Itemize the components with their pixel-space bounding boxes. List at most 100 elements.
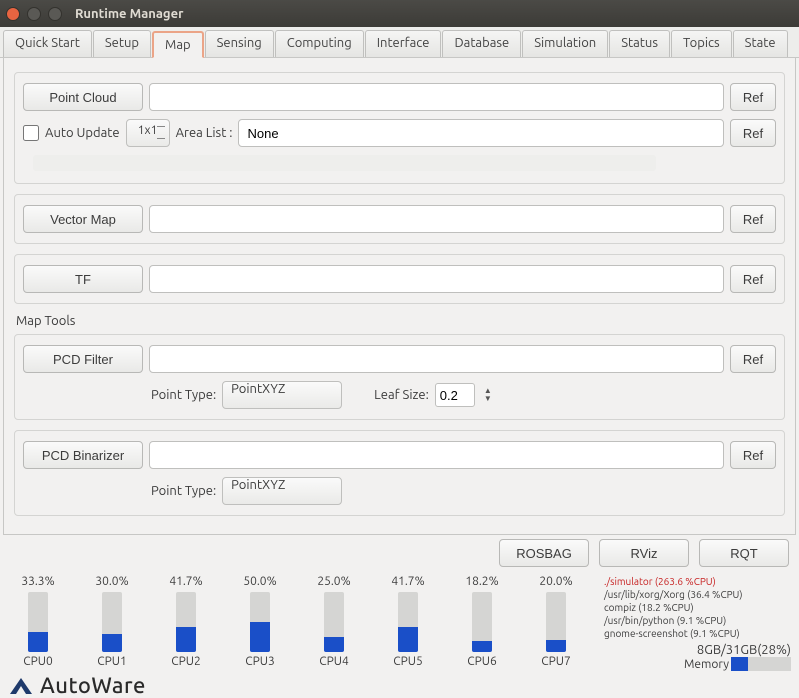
- cpu-meter-3: 50.0% CPU3: [234, 575, 286, 668]
- rqt-button[interactable]: RQT: [699, 539, 789, 567]
- cpu-name: CPU5: [393, 655, 423, 668]
- cpu-bar: [324, 592, 344, 652]
- tab-bar: Quick Start Setup Map Sensing Computing …: [0, 27, 799, 58]
- tf-button[interactable]: TF: [23, 265, 143, 293]
- cpu-name: CPU4: [319, 655, 349, 668]
- pcd-filter-path-input[interactable]: [149, 345, 724, 373]
- cpu-pct: 41.7%: [169, 575, 202, 588]
- tab-database[interactable]: Database: [442, 30, 521, 57]
- vector-map-group: Vector Map Ref: [14, 194, 785, 244]
- cpu-bar: [102, 592, 122, 652]
- tab-simulation[interactable]: Simulation: [522, 30, 608, 57]
- cpu-bar: [250, 592, 270, 652]
- pcd-filter-group: PCD Filter Ref Point Type: PointXYZ Leaf…: [14, 334, 785, 420]
- process-line: /usr/lib/xorg/Xorg (36.4 %CPU): [604, 588, 791, 601]
- point-cloud-ref-button[interactable]: Ref: [730, 83, 776, 111]
- process-line: /usr/bin/python (9.1 %CPU): [604, 614, 791, 627]
- tab-sensing[interactable]: Sensing: [205, 30, 274, 57]
- tab-interface[interactable]: Interface: [365, 30, 442, 57]
- process-list: ./simulator (263.6 %CPU)/usr/lib/xorg/Xo…: [604, 575, 791, 671]
- map-tools-label: Map Tools: [16, 314, 785, 328]
- pcd-binarizer-point-type-select[interactable]: PointXYZ: [222, 477, 342, 505]
- cpu-pct: 33.3%: [21, 575, 54, 588]
- cpu-bar: [176, 592, 196, 652]
- stats-panel: 33.3%CPU0 30.0% CPU1 41.7% CPU2 50.0% CPU3 25.0…: [0, 573, 799, 671]
- pcd-binarizer-group: PCD Binarizer Ref Point Type: PointXYZ: [14, 430, 785, 516]
- cpu-meter-5: 41.7% CPU5: [382, 575, 434, 668]
- pcd-filter-button[interactable]: PCD Filter: [23, 345, 143, 373]
- cpu-bar: [546, 592, 566, 652]
- tab-setup[interactable]: Setup: [93, 30, 151, 57]
- area-list-label: Area List :: [176, 126, 233, 140]
- cpu-meter-6: 18.2% CPU6: [456, 575, 508, 668]
- cpu-name: CPU3: [245, 655, 275, 668]
- cpu-pct: 41.7%: [391, 575, 424, 588]
- tab-map[interactable]: Map: [152, 31, 204, 58]
- memory-bar: [731, 657, 791, 671]
- memory-summary: 8GB/31GB(28%): [604, 644, 791, 657]
- rviz-button[interactable]: RViz: [599, 539, 689, 567]
- point-cloud-progress: [33, 155, 656, 171]
- cpu-meter-0: 33.3%CPU0: [12, 575, 64, 668]
- pcd-filter-ref-button[interactable]: Ref: [730, 345, 776, 373]
- cpu-meter-1: 30.0% CPU1: [86, 575, 138, 668]
- close-icon[interactable]: [6, 7, 20, 21]
- cpu-meter-2: 41.7% CPU2: [160, 575, 212, 668]
- point-cloud-group: Point Cloud Ref Auto Update 1x1 Area Lis…: [14, 72, 785, 184]
- cpu-pct: 18.2%: [465, 575, 498, 588]
- vector-map-path-input[interactable]: [149, 205, 724, 233]
- vector-map-button[interactable]: Vector Map: [23, 205, 143, 233]
- tf-group: TF Ref: [14, 254, 785, 304]
- cpu-pct: 30.0%: [95, 575, 128, 588]
- tab-content: Point Cloud Ref Auto Update 1x1 Area Lis…: [3, 58, 796, 535]
- cpu-bar: [28, 592, 48, 652]
- point-cloud-path-input[interactable]: [149, 83, 724, 111]
- cpu-pct: 20.0%: [539, 575, 572, 588]
- tf-ref-button[interactable]: Ref: [730, 265, 776, 293]
- memory-label: Memory: [684, 658, 729, 671]
- tab-quick-start[interactable]: Quick Start: [3, 30, 92, 57]
- leaf-size-input[interactable]: [435, 383, 475, 407]
- process-line: compiz (18.2 %CPU): [604, 601, 791, 614]
- rosbag-button[interactable]: ROSBAG: [499, 539, 589, 567]
- window-title: Runtime Manager: [75, 7, 183, 21]
- pcd-binarizer-path-input[interactable]: [149, 441, 724, 469]
- pcd-binarizer-button[interactable]: PCD Binarizer: [23, 441, 143, 469]
- cpu-meter-4: 25.0% CPU4: [308, 575, 360, 668]
- pcd-binarizer-point-type-label: Point Type:: [151, 484, 216, 498]
- process-line: ./simulator (263.6 %CPU): [604, 575, 791, 588]
- vector-map-ref-button[interactable]: Ref: [730, 205, 776, 233]
- tf-path-input[interactable]: [149, 265, 724, 293]
- autoware-logo-icon: [8, 676, 34, 696]
- titlebar: Runtime Manager: [0, 0, 799, 27]
- auto-update-checkbox[interactable]: [23, 125, 39, 141]
- pcd-filter-point-type-label: Point Type:: [151, 388, 216, 402]
- tab-topics[interactable]: Topics: [671, 30, 732, 57]
- point-cloud-button[interactable]: Point Cloud: [23, 83, 143, 111]
- minimize-icon[interactable]: [27, 7, 41, 21]
- bottom-button-row: ROSBAG RViz RQT: [0, 535, 799, 573]
- cpu-bar: [472, 592, 492, 652]
- cpu-name: CPU2: [171, 655, 201, 668]
- cpu-name: CPU6: [467, 655, 497, 668]
- cpu-pct: 50.0%: [243, 575, 276, 588]
- autoware-logo-text: AutoWare: [40, 673, 146, 698]
- maximize-icon[interactable]: [48, 7, 62, 21]
- process-line: gnome-screenshot (9.1 %CPU): [604, 627, 791, 640]
- tab-state[interactable]: State: [733, 30, 788, 57]
- cpu-pct: 25.0%: [317, 575, 350, 588]
- grid-spinner[interactable]: 1x1: [126, 119, 170, 147]
- pcd-filter-point-type-select[interactable]: PointXYZ: [222, 381, 342, 409]
- tab-computing[interactable]: Computing: [275, 30, 364, 57]
- cpu-name: CPU7: [541, 655, 571, 668]
- logo-row: AutoWare: [0, 671, 799, 698]
- tab-status[interactable]: Status: [609, 30, 670, 57]
- pcd-binarizer-ref-button[interactable]: Ref: [730, 441, 776, 469]
- leaf-size-label: Leaf Size:: [374, 388, 429, 402]
- leaf-size-stepper[interactable]: ▲▼: [483, 387, 493, 403]
- area-list-input[interactable]: [238, 119, 724, 147]
- cpu-bar: [398, 592, 418, 652]
- cpu-name: CPU1: [97, 655, 127, 668]
- cpu-meter-7: 20.0% CPU7: [530, 575, 582, 668]
- area-list-ref-button[interactable]: Ref: [730, 119, 776, 147]
